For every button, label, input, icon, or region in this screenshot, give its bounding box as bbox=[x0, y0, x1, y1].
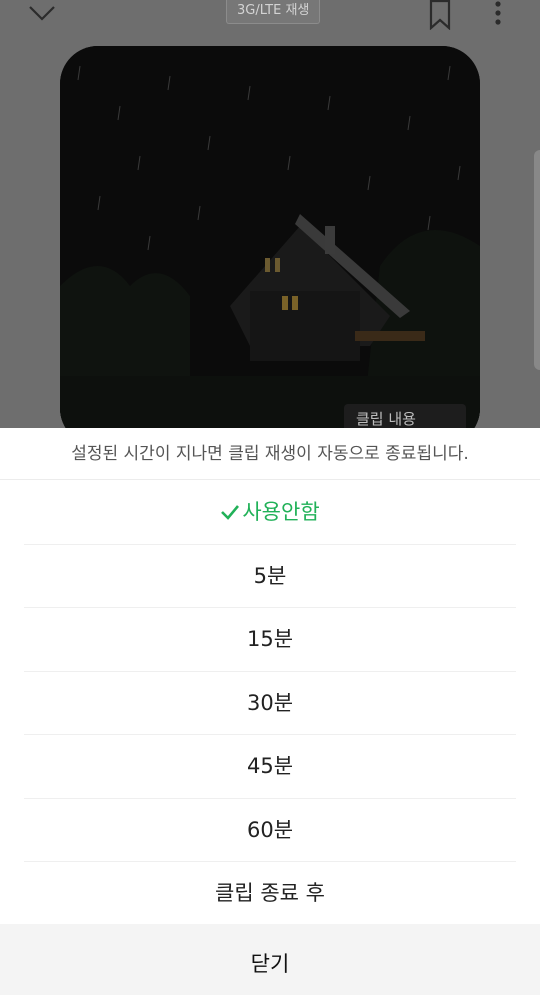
check-icon bbox=[221, 505, 240, 520]
timer-option-list: 사용안함 5분 15분 30분 45분 60분 클립 종료 후 bbox=[24, 481, 516, 926]
side-panel-handle[interactable] bbox=[534, 150, 540, 370]
bookmark-icon[interactable] bbox=[428, 0, 452, 30]
timer-option-off[interactable]: 사용안함 bbox=[24, 481, 516, 545]
timer-option-label: 45분 bbox=[246, 754, 294, 778]
timer-option-30min[interactable]: 30분 bbox=[24, 672, 516, 735]
close-button[interactable]: 닫기 bbox=[0, 924, 540, 995]
timer-option-label: 60분 bbox=[246, 817, 294, 842]
timer-option-5min[interactable]: 5분 bbox=[24, 545, 516, 608]
timer-option-label: 15분 bbox=[246, 627, 294, 651]
timer-option-label: 30분 bbox=[246, 690, 294, 715]
clip-info-label: 클립 내용 bbox=[356, 410, 416, 428]
timer-option-label: 사용안함 bbox=[242, 500, 320, 524]
more-vertical-icon[interactable] bbox=[488, 0, 508, 30]
timer-option-label: 클립 종료 후 bbox=[215, 881, 325, 905]
rainy-house-image bbox=[60, 46, 480, 446]
sleep-timer-sheet: 설정된 시간이 지나면 클립 재생이 자동으로 종료됩니다. 사용안함 5분 1… bbox=[0, 428, 540, 995]
player-background: 3G/LTE 재생 클립 내용 bbox=[0, 0, 540, 446]
timer-option-60min[interactable]: 60분 bbox=[24, 799, 516, 862]
player-top-bar: 3G/LTE 재생 bbox=[0, 0, 540, 30]
timer-option-label: 5분 bbox=[253, 563, 287, 588]
network-badge: 3G/LTE 재생 bbox=[226, 0, 321, 24]
chevron-down-icon[interactable] bbox=[28, 2, 56, 24]
timer-option-after-clip[interactable]: 클립 종료 후 bbox=[24, 862, 516, 926]
video-thumbnail[interactable]: 클립 내용 bbox=[60, 46, 480, 446]
timer-option-45min[interactable]: 45분 bbox=[24, 735, 516, 799]
sheet-description: 설정된 시간이 지나면 클립 재생이 자동으로 종료됩니다. bbox=[0, 428, 540, 480]
timer-option-15min[interactable]: 15분 bbox=[24, 608, 516, 672]
